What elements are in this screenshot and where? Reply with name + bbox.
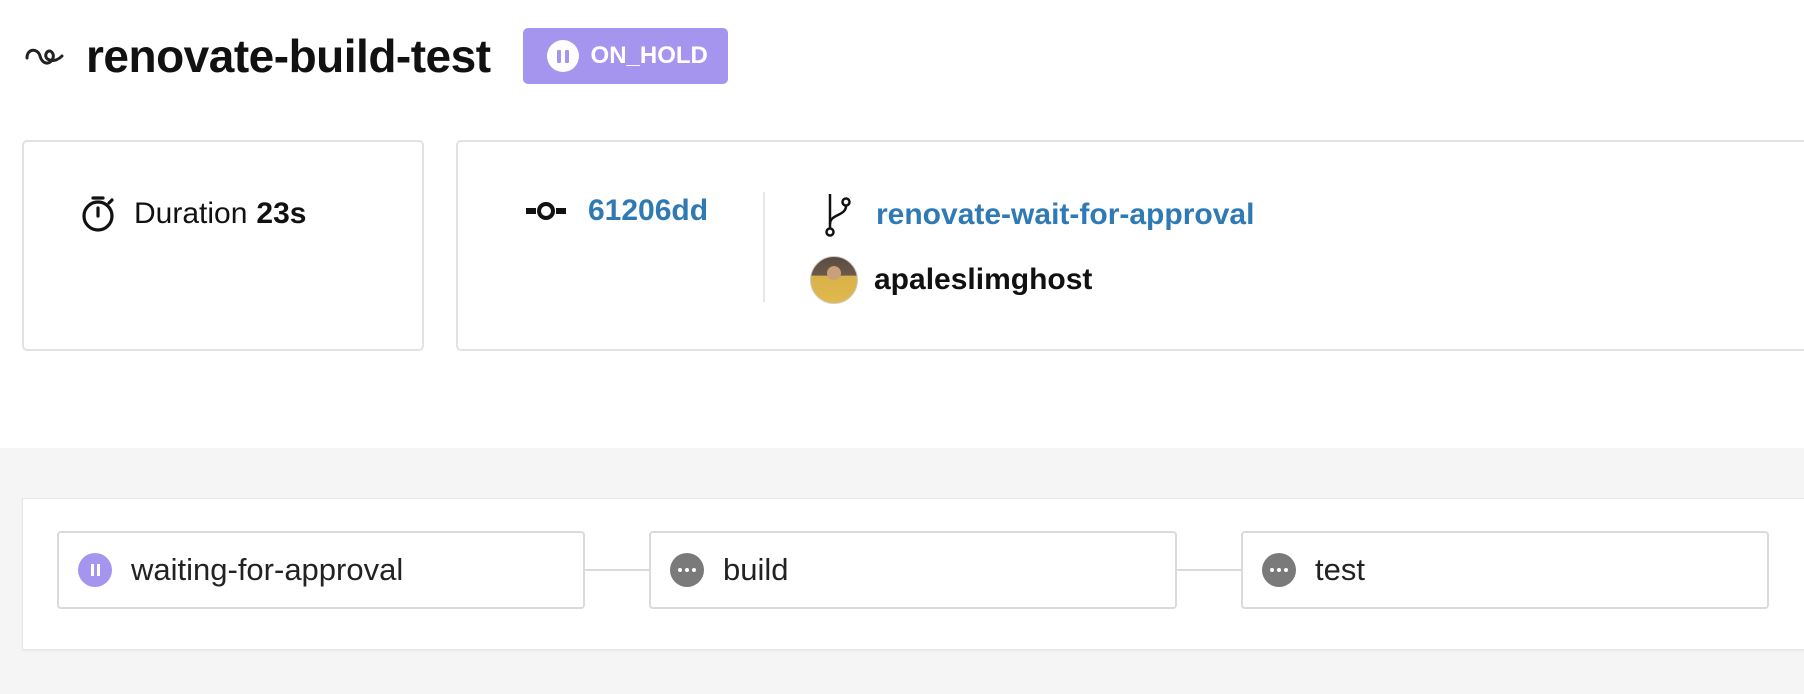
pipeline-step-waiting-for-approval[interactable]: waiting-for-approval (57, 531, 585, 609)
branch-link[interactable]: renovate-wait-for-approval (876, 198, 1254, 232)
pipeline-step-build[interactable]: build (649, 531, 1177, 609)
workflow-header: renovate-build-test ON_HOLD Duration 23s (0, 0, 1804, 448)
status-badge: ON_HOLD (522, 28, 728, 84)
pause-icon (546, 40, 579, 72)
commit-row: 61206dd (524, 194, 708, 228)
pipeline-panel: waiting-for-approval build test (22, 498, 1804, 650)
pause-icon (78, 553, 112, 587)
divider (763, 192, 765, 302)
status-label: ON_HOLD (590, 42, 708, 69)
duration-value: 23s (256, 197, 307, 230)
workflow-icon (25, 48, 64, 65)
duration-row: Duration 23s (78, 194, 306, 234)
duration-card: Duration 23s (22, 140, 424, 351)
step-connector (585, 569, 651, 571)
avatar (810, 256, 858, 304)
author-row: apaleslimghost (810, 256, 1092, 304)
commit-icon (526, 202, 566, 220)
step-name: test (1315, 552, 1365, 587)
duration-label: Duration (134, 197, 248, 230)
commit-sha-link[interactable]: 61206dd (588, 194, 708, 228)
author-name: apaleslimghost (874, 263, 1093, 296)
pipeline-area: waiting-for-approval build test (0, 448, 1804, 694)
commit-card: 61206dd renovate-wait-for-approval apale… (456, 140, 1804, 351)
title-row: renovate-build-test ON_HOLD (24, 26, 728, 86)
branch-row: renovate-wait-for-approval (822, 192, 1254, 238)
more-dots-icon (670, 553, 704, 587)
step-connector (1177, 569, 1243, 571)
git-branch-icon (825, 194, 851, 237)
pipeline-step-test[interactable]: test (1241, 531, 1769, 609)
step-name: waiting-for-approval (131, 552, 404, 587)
stopwatch-icon (82, 196, 114, 232)
workflow-title: renovate-build-test (86, 30, 491, 82)
more-dots-icon (1262, 553, 1296, 587)
step-name: build (723, 552, 789, 587)
